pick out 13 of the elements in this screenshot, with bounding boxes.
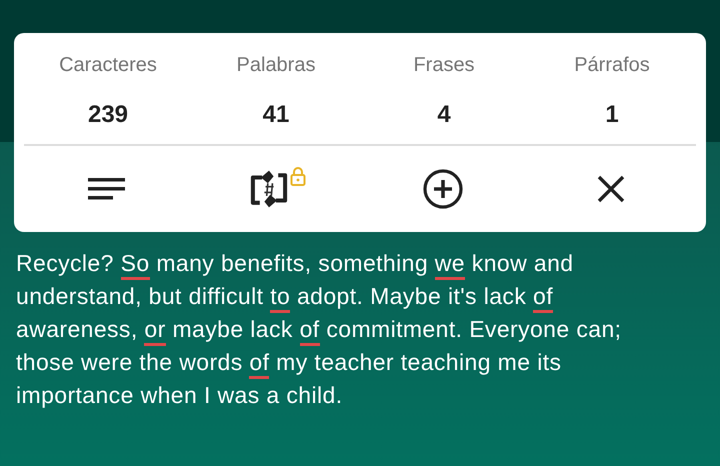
stat-label: Párrafos <box>574 53 650 78</box>
stat-label: Palabras <box>236 53 316 78</box>
text-paragraph: Recycle? So many benefits, something we know and understand, but difficult to adopt. Maybe it's lack of awareness, or maybe lack of commitment. Everyone can; those were the words of my teacher teaching me its importance when I was a child. <box>16 249 622 410</box>
stat-label: Caracteres <box>59 53 157 78</box>
add-icon <box>422 168 464 210</box>
stat-value: 1 <box>605 100 619 130</box>
stat-value: 4 <box>437 100 451 130</box>
stat-value: 239 <box>88 100 128 130</box>
stat-label: Frases <box>413 53 475 78</box>
close-icon <box>596 174 626 204</box>
stat-value: 41 <box>262 100 290 130</box>
menu-icon <box>88 177 126 201</box>
lock-icon <box>290 166 306 186</box>
